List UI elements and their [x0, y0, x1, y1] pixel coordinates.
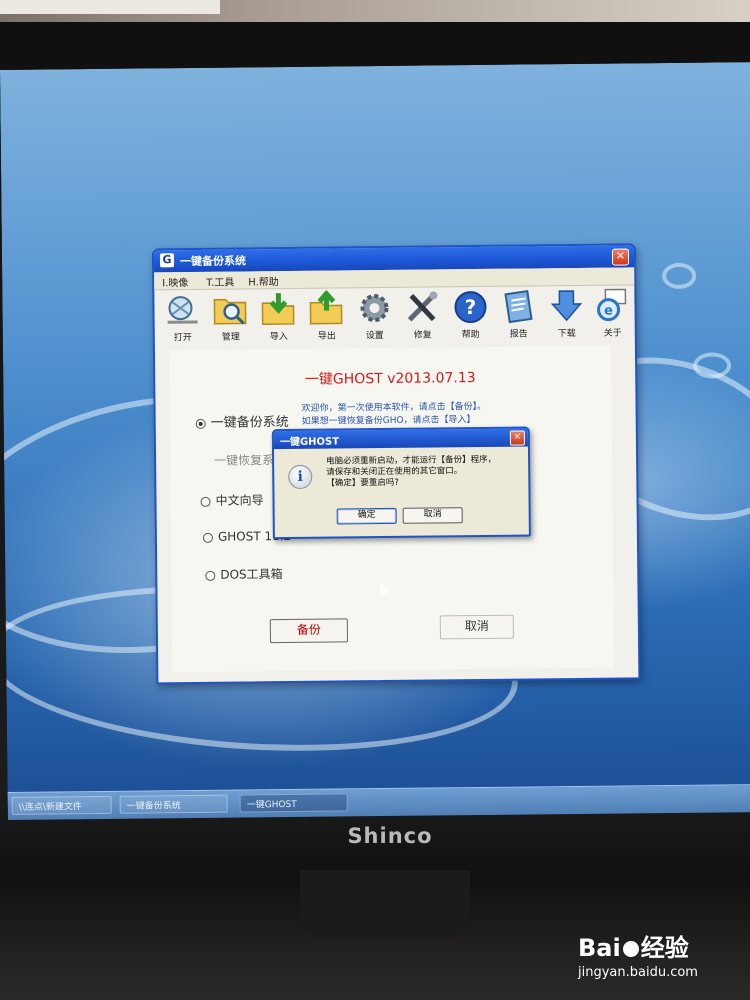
- toolbar-import-button[interactable]: 导入: [256, 291, 301, 345]
- paper-sheet: [0, 0, 220, 14]
- menu-help[interactable]: H.帮助: [248, 273, 279, 288]
- toolbar-help-button[interactable]: ? 帮助: [448, 289, 493, 343]
- export-icon: [309, 290, 343, 325]
- option-backup-system[interactable]: 一键备份系统: [195, 411, 289, 431]
- toolbar-label: 导出: [317, 331, 336, 342]
- radio-unselected[interactable]: [205, 570, 216, 581]
- toolbar-label: 修复: [413, 330, 432, 341]
- watermark-text: 经验: [640, 934, 689, 962]
- dialog-close-button[interactable]: ✕: [509, 430, 525, 446]
- option-label: DOS工具箱: [220, 567, 283, 582]
- dialog-message: 电脑必须重新启动，才能运行【备份】程序， 请保存和关闭正在使用的其它窗口。 【确…: [326, 455, 522, 490]
- baidu-jingyan-watermark: Bai 经验 jingyan.baidu.com: [578, 928, 738, 980]
- taskbar-item-folder[interactable]: \\连点\新建文件: [11, 795, 112, 815]
- monitor-brand-logo: Shinco: [347, 824, 433, 848]
- radio-unselected[interactable]: [202, 532, 213, 543]
- toolbar-download-button[interactable]: 下载: [544, 288, 589, 342]
- wallpaper-drop: [662, 262, 697, 290]
- manage-icon: [213, 298, 247, 325]
- toolbar-open-button[interactable]: 打开: [160, 292, 205, 346]
- toolbar-repair-button[interactable]: 修复: [400, 289, 445, 343]
- toolbar-manage-button[interactable]: 管理: [208, 291, 253, 345]
- window-title: 一键备份系统: [179, 254, 247, 269]
- toolbar-label: 导入: [269, 332, 288, 343]
- toolbar-label: 管理: [221, 332, 240, 343]
- app-version-title: 一键GHOST v2013.07.13: [304, 370, 476, 388]
- info-icon: i: [288, 464, 313, 490]
- restart-confirm-dialog: 一键GHOST ✕ i 电脑必须重新启动，才能运行【备份】程序， 请保存和关闭正…: [271, 426, 531, 540]
- backup-button[interactable]: 备份: [269, 618, 349, 644]
- toolbar-label: 设置: [365, 330, 384, 342]
- toolbar-label: 帮助: [461, 329, 480, 341]
- dialog-cancel-button[interactable]: 取消: [402, 507, 463, 524]
- option-label: 一键恢复系: [214, 453, 275, 468]
- radio-selected[interactable]: [195, 418, 206, 429]
- toolbar-label: 报告: [509, 329, 528, 340]
- baidu-paw-icon: [622, 941, 639, 957]
- monitor-stand: [300, 870, 470, 940]
- open-icon: [167, 296, 198, 324]
- toolbar-settings-button[interactable]: 设置: [352, 290, 397, 344]
- option-label: 中文向导: [215, 493, 264, 508]
- svg-text:e: e: [604, 304, 613, 319]
- toolbar: 打开 管理 导入 导出 设置 修复 ? 帮助 报告 下载 e 关于: [154, 285, 635, 348]
- download-icon: [550, 290, 583, 322]
- monitor-screen: G 一键备份系统 ✕ I.映像 T.工具 H.帮助 打开 管理 导入 导出 设置…: [0, 62, 750, 820]
- menu-tools[interactable]: T.工具: [206, 274, 234, 289]
- cancel-button[interactable]: 取消: [439, 614, 514, 640]
- watermark-url: jingyan.baidu.com: [578, 965, 698, 980]
- menu-image[interactable]: I.映像: [162, 274, 188, 289]
- option-cn-wizard[interactable]: 中文向导: [200, 491, 264, 509]
- toolbar-about-button[interactable]: e 关于: [590, 287, 635, 341]
- option-restore-system[interactable]: 一键恢复系: [214, 451, 274, 469]
- taskbar-item-backup-system[interactable]: 一键备份系统: [119, 794, 228, 814]
- repair-tools-icon: [407, 291, 438, 322]
- dialog-title: 一键GHOST: [279, 436, 340, 449]
- welcome-message: 欢迎你，第一次使用本软件，请点击【备份】。 如果想一键恢复备份GHO，请点击【导…: [302, 400, 602, 429]
- option-dos-tools[interactable]: DOS工具箱: [205, 565, 283, 583]
- window-close-button[interactable]: ✕: [611, 248, 630, 266]
- toolbar-label: 打开: [173, 333, 192, 344]
- about-ie-icon: e: [597, 288, 627, 322]
- toolbar-label: 关于: [603, 328, 622, 339]
- taskbar-item-ghost[interactable]: 一键GHOST: [239, 793, 348, 813]
- toolbar-report-button[interactable]: 报告: [496, 288, 541, 342]
- toolbar-export-button[interactable]: 导出: [304, 290, 349, 344]
- dialog-ok-button[interactable]: 确定: [336, 507, 397, 525]
- dialog-message-line: 【确定】要重启吗?: [326, 477, 399, 489]
- app-g-icon: G: [159, 253, 175, 268]
- dialog-titlebar[interactable]: 一键GHOST ✕: [273, 428, 528, 450]
- toolbar-label: 下载: [557, 328, 576, 340]
- help-icon: ?: [454, 291, 487, 324]
- radio-unselected[interactable]: [200, 496, 211, 507]
- import-icon: [261, 293, 295, 326]
- settings-gear-icon: [360, 294, 389, 323]
- report-icon: [504, 289, 533, 324]
- wallpaper-drop: [692, 352, 732, 379]
- watermark-text: Bai: [578, 934, 621, 962]
- svg-text:?: ?: [465, 295, 477, 319]
